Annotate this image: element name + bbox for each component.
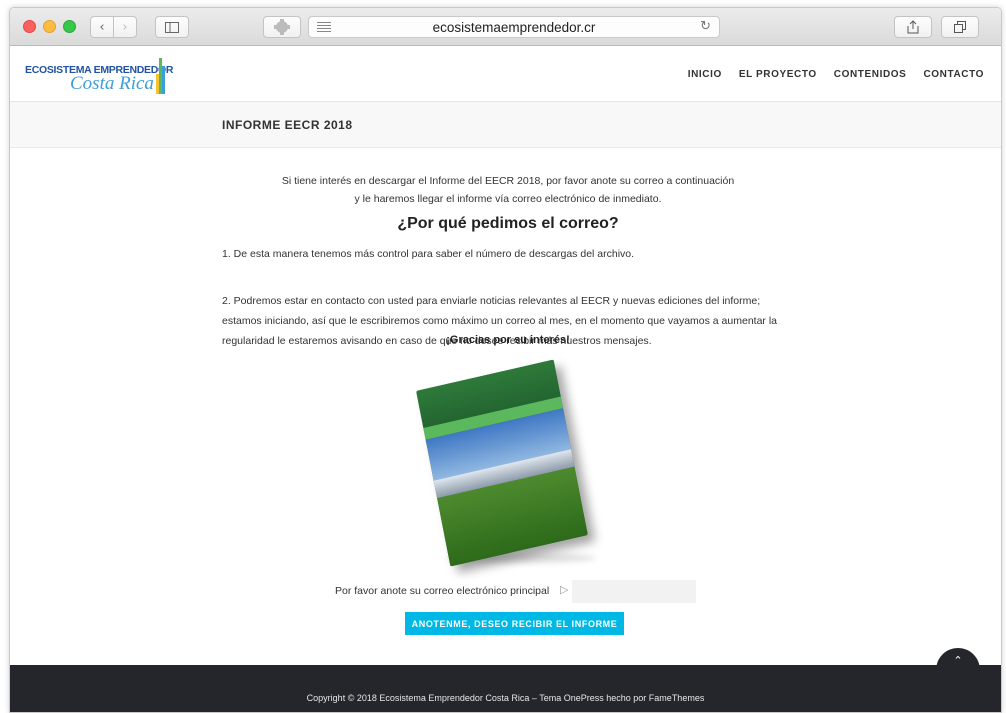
share-icon — [907, 20, 919, 34]
email-input[interactable] — [572, 580, 696, 603]
chevron-right-icon: › — [122, 19, 128, 35]
site-logo[interactable]: ECOSISTEMA EMPRENDEDOR Costa Rica — [25, 56, 175, 98]
reason-2-line-2: estamos iniciando, así que le escribirem… — [222, 315, 778, 327]
sidebar-toggle-button[interactable] — [155, 16, 189, 38]
tabs-button[interactable] — [941, 16, 979, 38]
site-header: ECOSISTEMA EMPRENDEDOR Costa Rica INICIO… — [10, 46, 1001, 102]
nav-item-contenidos[interactable]: CONTENIDOS — [834, 69, 907, 80]
reload-icon[interactable]: ↻ — [700, 19, 711, 34]
report-cover-image — [416, 359, 620, 568]
close-window-button[interactable] — [23, 20, 36, 33]
browser-window: ‹ › ecosistemaemprendedor.cr ↻ ECOSISTEM… — [9, 7, 1002, 713]
copyright-text: Copyright © 2018 Ecosistema Emprendedor … — [306, 693, 705, 703]
nav-item-inicio[interactable]: INICIO — [688, 69, 722, 80]
chevron-left-icon: ‹ — [99, 19, 105, 35]
back-button[interactable]: ‹ — [90, 16, 114, 38]
address-url: ecosistemaemprendedor.cr — [432, 19, 596, 35]
nav-item-el-proyecto[interactable]: EL PROYECTO — [739, 69, 817, 80]
intro-line-1: Si tiene interés en descargar el Informe… — [281, 175, 735, 187]
zoom-window-button[interactable] — [63, 20, 76, 33]
reader-icon[interactable] — [317, 20, 331, 34]
intro-text: Si tiene interés en descargar el Informe… — [222, 172, 794, 208]
share-button[interactable] — [894, 16, 932, 38]
reason-1-text: 1. De esta manera tenemos más control pa… — [222, 248, 635, 260]
page-title: INFORME EECR 2018 — [222, 118, 353, 132]
site-footer: Copyright © 2018 Ecosistema Emprendedor … — [10, 665, 1001, 712]
extension-button[interactable] — [263, 16, 301, 38]
email-label: Por favor anote su correo electrónico pr… — [335, 585, 550, 597]
logo-bars-icon — [156, 58, 166, 94]
forward-button[interactable]: › — [113, 16, 137, 38]
arrow-right-icon: ▷ — [560, 583, 569, 596]
address-bar[interactable]: ecosistemaemprendedor.cr ↻ — [308, 16, 720, 38]
minimize-window-button[interactable] — [43, 20, 56, 33]
intro-line-2: y le haremos llegar el informe vía corre… — [354, 193, 662, 205]
reason-2-line-1: 2. Podremos estar en contacto con usted … — [222, 295, 761, 307]
browser-toolbar: ‹ › ecosistemaemprendedor.cr ↻ — [10, 8, 1001, 46]
thanks-text: ¡Gracias por su interés! — [446, 334, 570, 346]
title-band: INFORME EECR 2018 — [10, 102, 1001, 148]
sidebar-icon — [165, 21, 179, 33]
submit-button[interactable]: ANOTENME, DESEO RECIBIR EL INFORME — [405, 612, 624, 635]
question-heading: ¿Por qué pedimos el correo? — [397, 215, 619, 232]
logo-bottom-text: Costa Rica — [70, 73, 154, 94]
nav-item-contacto[interactable]: CONTACTO — [923, 69, 984, 80]
tabs-icon — [954, 21, 966, 33]
puzzle-icon — [274, 19, 290, 35]
report-cover — [416, 359, 588, 567]
main-nav: INICIO EL PROYECTO CONTENIDOS CONTACTO — [688, 69, 984, 80]
